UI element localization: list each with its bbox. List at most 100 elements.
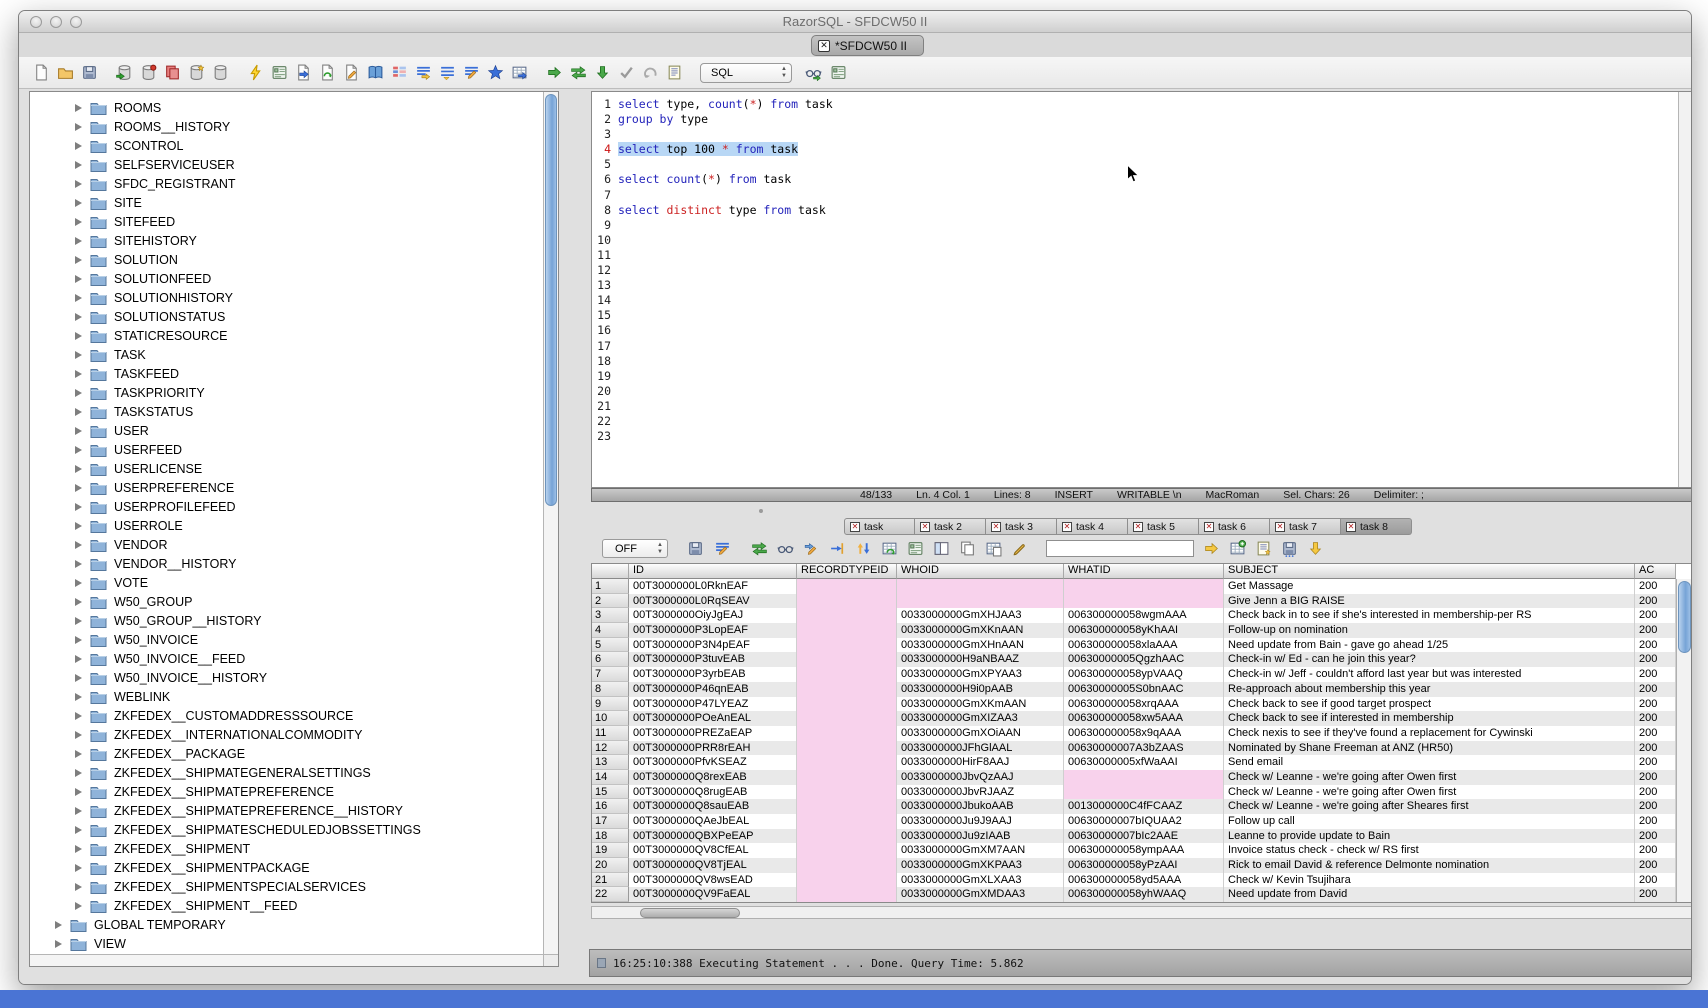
export-table-icon[interactable] (1228, 539, 1247, 558)
cell-subject[interactable]: Give Jenn a BIG RAISE (1224, 594, 1635, 609)
result-tab-task-6[interactable]: ✕task 6 (1199, 518, 1270, 535)
table-row[interactable]: 1800T3000000QBXPeEAP0033000000Ju9zIAAB00… (592, 829, 1692, 844)
table-row[interactable]: 1400T3000000Q8rexEAB0033000000JbvQzAAJCh… (592, 770, 1692, 785)
column-header-id[interactable]: ID (629, 564, 797, 579)
cell-subject[interactable]: Check back to see if interested in membe… (1224, 711, 1635, 726)
tree-item-w50-group-history[interactable]: W50_GROUP__HISTORY (30, 611, 558, 630)
column-view-icon[interactable] (932, 539, 951, 558)
tree-item-staticresource[interactable]: STATICRESOURCE (30, 326, 558, 345)
cell-subject[interactable]: Leanne to provide update to Bain (1224, 829, 1635, 844)
disclosure-triangle-icon[interactable] (75, 560, 82, 568)
cell-whoid[interactable]: 0033000000Ju9zIAAB (897, 829, 1064, 844)
cell-whoid[interactable]: 0033000000H9i0pAAB (897, 682, 1064, 697)
cell-id[interactable]: 00T3000000P3N4pEAF (629, 638, 797, 653)
cell-ac[interactable]: 200 (1635, 623, 1676, 638)
export-document-icon[interactable] (294, 63, 313, 82)
disclosure-triangle-icon[interactable] (75, 104, 82, 112)
copy-table-icon[interactable] (984, 539, 1003, 558)
cell-recordtypeid[interactable] (797, 814, 897, 829)
cell-ac[interactable]: 200 (1635, 579, 1676, 594)
cell-whatid[interactable]: 00630000005S0bnAAC (1064, 682, 1224, 697)
table-row[interactable]: 2100T3000000QV8wsEAD0033000000GmXLXAA300… (592, 873, 1692, 888)
disclosure-triangle-icon[interactable] (75, 864, 82, 872)
form-view-icon[interactable] (906, 539, 925, 558)
cell-ac[interactable]: 200 (1635, 741, 1676, 756)
cell-whoid[interactable]: 0033000000GmXHJAA3 (897, 608, 1064, 623)
cell-id[interactable]: 00T3000000QAeJbEAL (629, 814, 797, 829)
disclosure-triangle-icon[interactable] (75, 503, 82, 511)
bookmarks-book-icon[interactable] (366, 63, 385, 82)
tree-item-userrole[interactable]: USERROLE (30, 516, 558, 535)
result-tab-task-3[interactable]: ✕task 3 (986, 518, 1057, 535)
cell-whoid[interactable]: 0033000000GmXKnAAN (897, 623, 1064, 638)
column-header-subject[interactable]: SUBJECT (1224, 564, 1635, 579)
filter-results-icon[interactable] (713, 539, 732, 558)
cell-subject[interactable]: Need update from Bain - gave go ahead 1/… (1224, 638, 1635, 653)
tree-item-rooms[interactable]: ROOMS (30, 98, 558, 117)
disclosure-triangle-icon[interactable] (75, 712, 82, 720)
cell-ac[interactable]: 200 (1635, 594, 1676, 609)
cell-whoid[interactable]: 0033000000H9aNBAAZ (897, 652, 1064, 667)
cell-whatid[interactable]: 0013000000C4fFCAAZ (1064, 799, 1224, 814)
disclosure-triangle-icon[interactable] (75, 237, 82, 245)
tab-sfdcw50[interactable]: ✕ *SFDCW50 II (811, 35, 924, 56)
tree-item-solutionhistory[interactable]: SOLUTIONHISTORY (30, 288, 558, 307)
view-row-glasses-icon[interactable] (776, 539, 795, 558)
sidebar-vertical-scrollbar[interactable] (543, 92, 558, 954)
grid-vertical-scrollbar[interactable] (1676, 579, 1692, 902)
describe-form-icon[interactable] (270, 63, 289, 82)
cell-recordtypeid[interactable] (797, 623, 897, 638)
cell-id[interactable]: 00T3000000P3tuvEAB (629, 652, 797, 667)
cell-subject[interactable]: Check-in w/ Ed - can he join this year? (1224, 652, 1635, 667)
insert-row-icon[interactable] (828, 539, 847, 558)
cell-whoid[interactable] (897, 579, 1064, 594)
cell-recordtypeid[interactable] (797, 843, 897, 858)
cell-subject[interactable]: Check back to see if good target prospec… (1224, 697, 1635, 712)
cell-whatid[interactable]: 006300000058yhWAAQ (1064, 887, 1224, 902)
cell-id[interactable]: 00T3000000QV8CfEAL (629, 843, 797, 858)
cell-recordtypeid[interactable] (797, 829, 897, 844)
disclosure-triangle-icon[interactable] (75, 427, 82, 435)
close-result-tab-icon[interactable]: ✕ (1133, 522, 1143, 532)
row-limit-select[interactable]: OFF▲▼ (602, 539, 668, 558)
rollback-undo-icon[interactable] (641, 63, 660, 82)
cell-whatid[interactable]: 006300000058xrqAAA (1064, 697, 1224, 712)
save-icon[interactable] (80, 63, 99, 82)
results-search-input[interactable] (1046, 540, 1194, 557)
cell-id[interactable]: 00T3000000P3LopEAF (629, 623, 797, 638)
disclosure-triangle-icon[interactable] (75, 465, 82, 473)
disclosure-triangle-icon[interactable] (55, 940, 62, 948)
cell-recordtypeid[interactable] (797, 667, 897, 682)
close-result-tab-icon[interactable]: ✕ (1275, 522, 1285, 532)
database-icon[interactable] (211, 63, 230, 82)
table-row[interactable]: 500T3000000P3N4pEAF0033000000GmXHnAAN006… (592, 638, 1692, 653)
disclosure-triangle-icon[interactable] (75, 598, 82, 606)
cell-id[interactable]: 00T3000000PREZaEAP (629, 726, 797, 741)
disclosure-triangle-icon[interactable] (75, 313, 82, 321)
cell-recordtypeid[interactable] (797, 799, 897, 814)
re-execute-icon[interactable] (569, 63, 588, 82)
close-result-tab-icon[interactable]: ✕ (920, 522, 930, 532)
disclosure-triangle-icon[interactable] (75, 807, 82, 815)
tree-item-w50-invoice-feed[interactable]: W50_INVOICE__FEED (30, 649, 558, 668)
tree-item-taskpriority[interactable]: TASKPRIORITY (30, 383, 558, 402)
disclosure-triangle-icon[interactable] (75, 693, 82, 701)
cell-subject[interactable]: Invoice status check - check w/ RS first (1224, 843, 1635, 858)
table-info-form-icon[interactable] (829, 63, 848, 82)
disclosure-triangle-icon[interactable] (75, 446, 82, 454)
cell-recordtypeid[interactable] (797, 638, 897, 653)
tree-item-rooms-history[interactable]: ROOMS__HISTORY (30, 117, 558, 136)
cell-whatid[interactable] (1064, 594, 1224, 609)
table-row[interactable]: 700T3000000P3yrbEAB0033000000GmXPYAA3006… (592, 667, 1692, 682)
cell-whoid[interactable]: 0033000000JbvQzAAJ (897, 770, 1064, 785)
tree-item-w50-group[interactable]: W50_GROUP (30, 592, 558, 611)
disclosure-triangle-icon[interactable] (75, 256, 82, 264)
cell-whatid[interactable]: 006300000058yd5AAA (1064, 873, 1224, 888)
cell-ac[interactable]: 200 (1635, 799, 1676, 814)
cell-whatid[interactable] (1064, 770, 1224, 785)
disclosure-triangle-icon[interactable] (75, 636, 82, 644)
cell-id[interactable]: 00T3000000PRR8rEAH (629, 741, 797, 756)
tree-item-zkfedex-shipmatepreference[interactable]: ZKFEDEX__SHIPMATEPREFERENCE (30, 782, 558, 801)
cell-subject[interactable]: Send email (1224, 755, 1635, 770)
cell-whoid[interactable]: 0033000000GmXIZAA3 (897, 711, 1064, 726)
